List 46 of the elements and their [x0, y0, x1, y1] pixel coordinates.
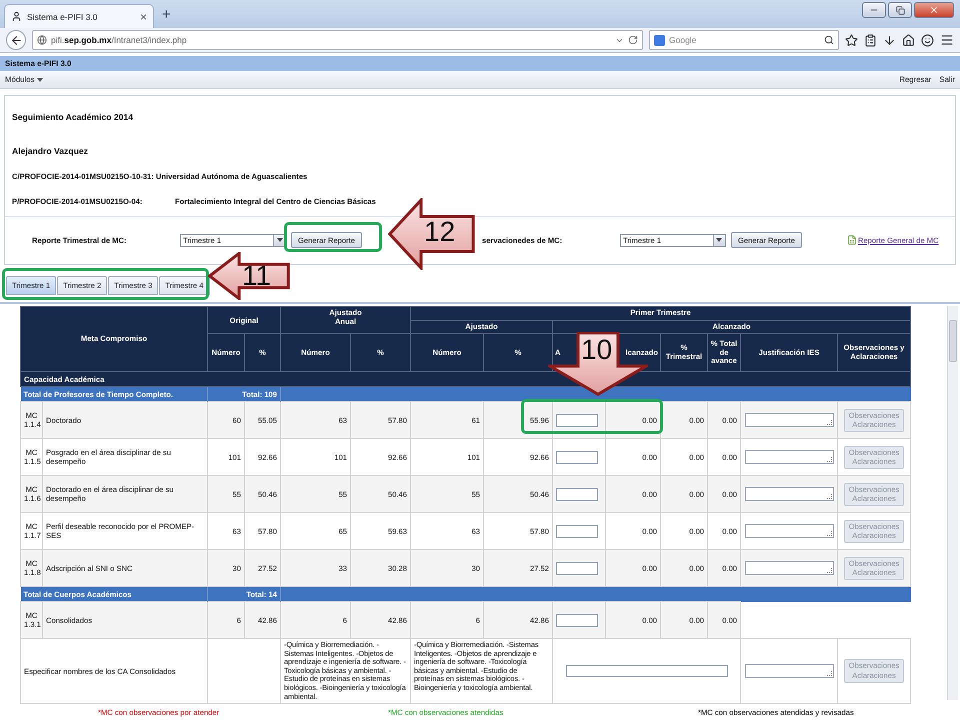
clipboard-icon[interactable] [864, 34, 877, 46]
globe-icon [37, 35, 47, 45]
restore-icon [896, 6, 904, 14]
text-area[interactable] [566, 665, 728, 678]
search-field[interactable]: Google [649, 30, 839, 50]
input-field[interactable] [556, 488, 598, 501]
tab-close-button[interactable]: × [140, 10, 147, 24]
input-field[interactable] [556, 524, 598, 538]
text-area[interactable] [744, 664, 834, 678]
user-name: Alejandro Vazquez [12, 146, 89, 156]
caret-icon [716, 238, 722, 242]
new-tab-button[interactable]: + [162, 6, 171, 23]
caret-icon [276, 238, 282, 242]
browser-tab[interactable]: Sistema e-PIFI 3.0 × [4, 4, 154, 28]
user-icon [11, 11, 22, 22]
text-area[interactable] [744, 487, 834, 502]
input-field[interactable] [556, 414, 598, 427]
input-field[interactable] [556, 450, 598, 464]
download-icon[interactable] [883, 34, 896, 46]
smiley-icon[interactable] [921, 34, 934, 46]
scrollbar[interactable] [947, 306, 958, 700]
input-field[interactable] [556, 562, 598, 575]
address-field[interactable]: pifi.sep.gob.mx/Intranet3/index.php [32, 30, 643, 50]
text-area[interactable] [744, 524, 834, 538]
close-icon [929, 5, 939, 15]
text-area[interactable] [744, 413, 834, 428]
callout-number: 11 [242, 262, 272, 290]
back-arrow-icon [10, 34, 22, 46]
back-button[interactable] [6, 30, 26, 50]
callout-number: 12 [424, 218, 456, 246]
search-engine-icon [654, 34, 665, 46]
text-area[interactable] [744, 450, 834, 464]
input-field[interactable] [556, 614, 598, 627]
page-title: Seguimiento Académico 2014 [12, 112, 134, 122]
spreadsheet-icon [846, 235, 857, 245]
text-area[interactable] [744, 561, 834, 576]
minimize-button[interactable] [862, 2, 886, 18]
reload-icon [628, 35, 638, 45]
restore-button[interactable] [888, 2, 912, 18]
menu-icon[interactable] [940, 33, 954, 47]
tab-title: Sistema e-PIFI 3.0 [27, 12, 98, 22]
url-text: pifi.sep.gob.mx/Intranet3/index.php [51, 35, 188, 45]
home-icon[interactable] [902, 34, 915, 46]
star-icon[interactable] [845, 34, 858, 46]
search-icon [824, 35, 834, 45]
caret-icon [37, 78, 44, 82]
